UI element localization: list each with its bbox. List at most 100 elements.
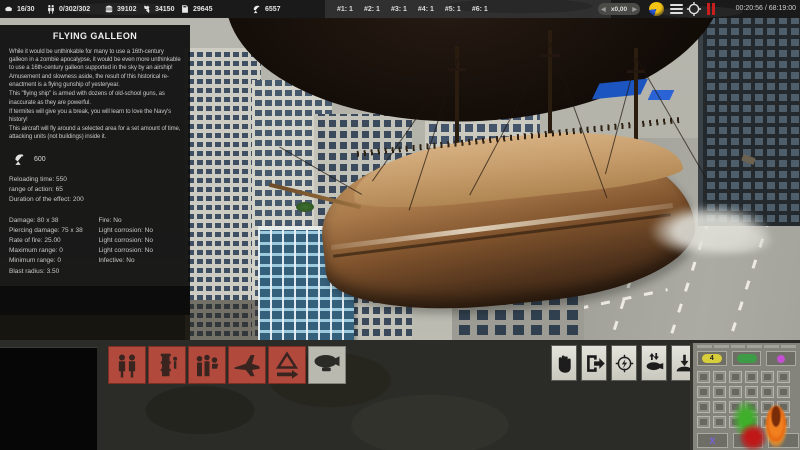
pie-chart-icon[interactable] xyxy=(649,2,664,16)
stats-top: Reloading time: 550 range of action: 65 … xyxy=(9,175,181,205)
exit-vehicle-button[interactable] xyxy=(581,345,607,381)
resource-slot-yellow[interactable]: 4 xyxy=(697,351,727,366)
resource-survivors: 0/302/302 xyxy=(46,0,90,18)
unit-button-evacuation[interactable] xyxy=(268,346,306,384)
description-paragraph: Amusement and slowness aside, the result… xyxy=(9,73,181,89)
guard-tower-icon xyxy=(152,350,182,380)
resource-fuel-value: 29645 xyxy=(193,6,212,13)
resource-slot-green[interactable] xyxy=(732,351,762,366)
build-slot[interactable] xyxy=(745,386,758,398)
build-slot[interactable] xyxy=(697,371,710,383)
list-icon[interactable] xyxy=(670,4,683,14)
resource-materials-value: 34150 xyxy=(155,6,174,13)
unit-category-row xyxy=(108,346,346,384)
board-icon xyxy=(644,353,665,374)
speed-down-arrow[interactable]: ◀ xyxy=(601,6,606,13)
resource-survivors-value: 0/302/302 xyxy=(59,6,90,13)
unit-info-panel: FLYING GALLEON While it would be unthink… xyxy=(0,25,190,315)
build-slot[interactable] xyxy=(729,371,742,383)
bottom-command-bar: 4 X xyxy=(0,340,800,450)
game-clock: 00:20:56 / 68:19:00 xyxy=(726,5,796,12)
stat-line: range of action: 65 xyxy=(9,185,181,195)
stat-line: Blast radius: 3.50 xyxy=(9,267,98,277)
stat-line: Maximum range: 0 xyxy=(9,246,98,256)
radio-icon xyxy=(252,4,262,14)
build-slot[interactable] xyxy=(713,371,726,383)
cannon-smoke xyxy=(702,224,776,256)
resource-slot-magenta[interactable] xyxy=(766,351,796,366)
airship-icon xyxy=(312,350,342,380)
fuel-icon xyxy=(180,4,190,14)
board-unit-button[interactable] xyxy=(641,345,667,381)
food-icon xyxy=(104,4,114,14)
stat-line: Infective: No xyxy=(98,256,181,266)
stat-line: Light corrosion: No xyxy=(98,226,181,236)
survivors-icon xyxy=(46,4,56,14)
burning-zombie-icon xyxy=(758,392,794,450)
cancel-slot[interactable]: X xyxy=(697,433,728,448)
target-icon[interactable] xyxy=(687,2,701,16)
build-slot[interactable] xyxy=(761,371,774,383)
resource-food: 39102 xyxy=(104,0,136,18)
build-slot[interactable] xyxy=(697,401,710,413)
squad-strip: #1: 1 #2: 1 #3: 1 #4: 1 #5: 1 #6: 1 xyxy=(325,0,611,18)
squad-1[interactable]: #1: 1 xyxy=(337,6,353,13)
stats-right-column: Fire: No Light corrosion: No Light corro… xyxy=(98,216,181,276)
resource-brains: 16/30 xyxy=(4,0,35,18)
unit-button-squad-pair[interactable] xyxy=(108,346,146,384)
squad-4[interactable]: #4: 1 xyxy=(418,6,434,13)
build-slot[interactable] xyxy=(713,401,726,413)
building xyxy=(185,48,261,340)
magenta-dot-icon xyxy=(777,355,785,363)
build-slot[interactable] xyxy=(713,386,726,398)
stat-line: Damage: 80 x 38 xyxy=(9,216,98,226)
resource-brains-value: 16/30 xyxy=(17,6,35,13)
materials-icon xyxy=(142,4,152,14)
attack-area-icon xyxy=(614,353,635,374)
vehicle-command-row xyxy=(551,345,697,381)
speed-up-arrow[interactable]: ▶ xyxy=(632,6,637,13)
attack-area-button[interactable] xyxy=(611,345,637,381)
resource-radio: 6557 xyxy=(252,0,281,18)
building-dark-tower xyxy=(698,18,800,226)
unit-button-squad-group[interactable] xyxy=(188,346,226,384)
ammo-row: 600 xyxy=(13,152,181,166)
squad-group-icon xyxy=(192,350,222,380)
squad-5[interactable]: #5: 1 xyxy=(445,6,461,13)
green-badge xyxy=(737,354,757,363)
build-slot[interactable] xyxy=(713,416,726,428)
build-slot[interactable] xyxy=(697,386,710,398)
top-resource-bar: 16/30 0/302/302 39102 34150 29645 6557 #… xyxy=(0,0,800,18)
exit-icon xyxy=(584,353,605,374)
unit-button-airplane[interactable] xyxy=(228,346,266,384)
build-slot[interactable] xyxy=(697,416,710,428)
stat-line: Minimum range: 0 xyxy=(9,256,98,266)
squad-6[interactable]: #6: 1 xyxy=(472,6,488,13)
resource-food-value: 39102 xyxy=(117,6,136,13)
stat-line: Rate of fire: 25.00 xyxy=(9,236,98,246)
unit-button-airship[interactable] xyxy=(308,346,346,384)
game-speed-control: ◀ x0,00 ▶ xyxy=(598,3,640,15)
stat-line: Reloading time: 550 xyxy=(9,175,181,185)
build-slot[interactable] xyxy=(729,386,742,398)
stop-button[interactable] xyxy=(551,345,577,381)
pause-icon[interactable] xyxy=(705,3,716,15)
squad-3[interactable]: #3: 1 xyxy=(391,6,407,13)
hand-icon xyxy=(554,353,575,374)
unit-description: While it would be unthinkable for many t… xyxy=(9,48,181,141)
airplane-icon xyxy=(232,350,262,380)
build-slot[interactable] xyxy=(777,371,790,383)
unit-button-guard-tower[interactable] xyxy=(148,346,186,384)
speed-value: x0,00 xyxy=(611,6,627,13)
stat-line: Light corrosion: No xyxy=(98,246,181,256)
build-panel: 4 X xyxy=(690,343,800,450)
game-window: 16/30 0/302/302 39102 34150 29645 6557 #… xyxy=(0,0,800,450)
resource-materials: 34150 xyxy=(142,0,174,18)
build-panel-top-slots: 4 xyxy=(693,349,800,368)
stat-line: Duration of the effect: 200 xyxy=(9,195,181,205)
build-slot[interactable] xyxy=(745,371,758,383)
yellow-badge: 4 xyxy=(702,354,722,363)
squad-pair-icon xyxy=(112,350,142,380)
squad-2[interactable]: #2: 1 xyxy=(364,6,380,13)
stat-line: Fire: No xyxy=(98,216,181,226)
